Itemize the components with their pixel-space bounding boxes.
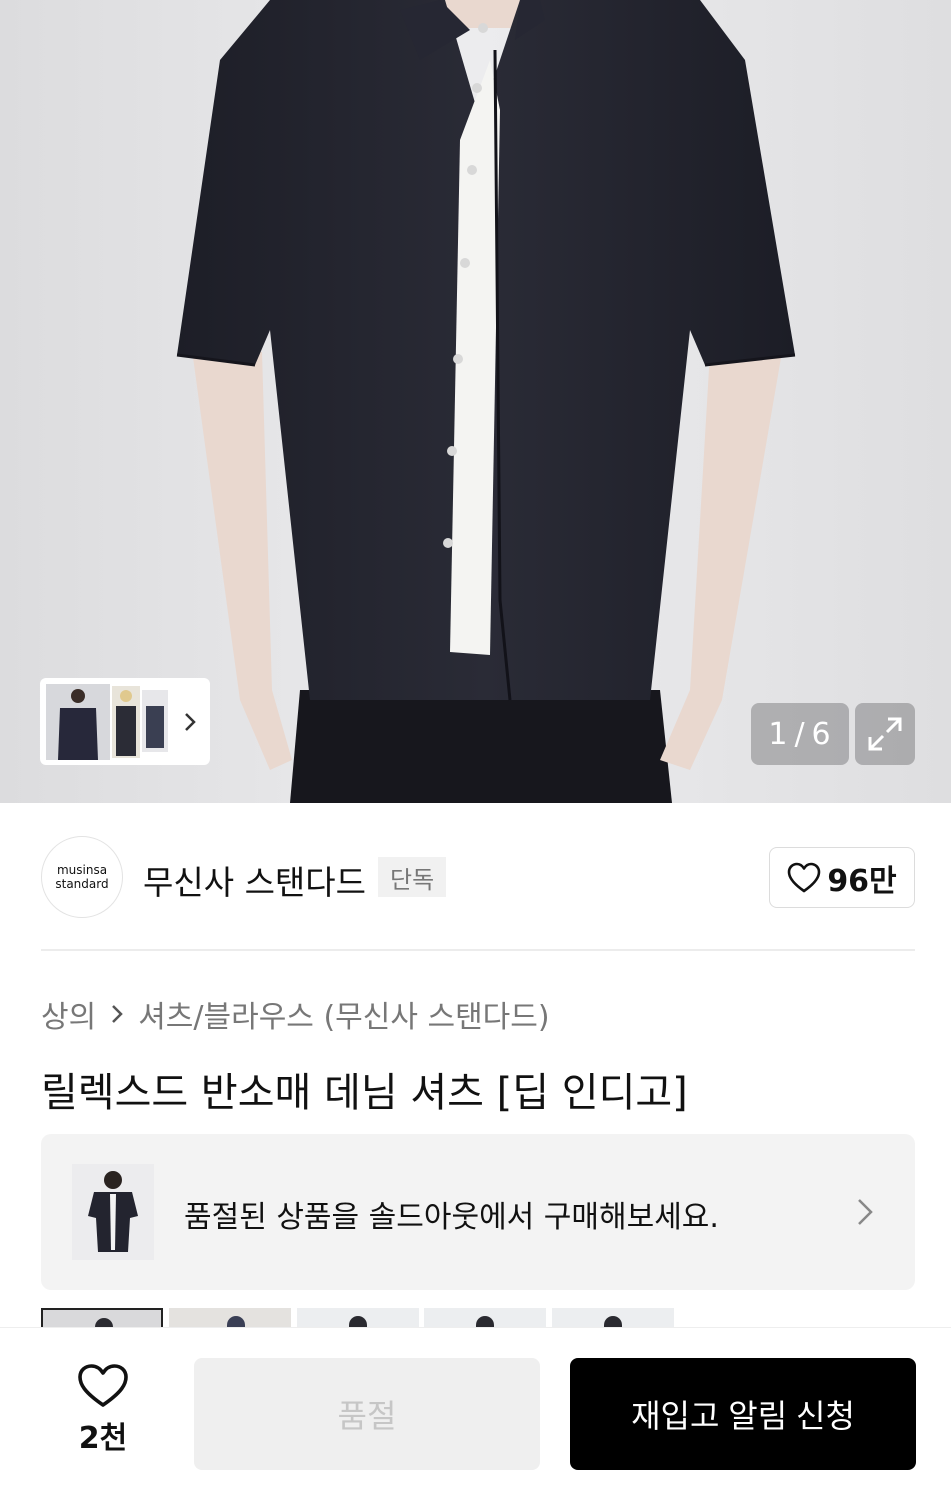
thumbnail-item[interactable] bbox=[41, 1308, 163, 1328]
counter-separator: / bbox=[794, 716, 806, 752]
gallery-thumbnail-strip[interactable] bbox=[40, 678, 210, 765]
chevron-right-icon bbox=[112, 1005, 123, 1023]
heart-icon bbox=[78, 1364, 128, 1407]
chevron-right-icon bbox=[858, 1199, 873, 1225]
breadcrumb-item-top[interactable]: 상의 bbox=[41, 992, 96, 1036]
image-counter: 1 / 6 bbox=[751, 703, 849, 765]
fullscreen-button[interactable] bbox=[855, 703, 915, 765]
breadcrumb: 상의 셔츠/블라우스 (무신사 스탠다드) bbox=[41, 992, 550, 1036]
soldout-marketplace-banner[interactable]: 품절된 상품을 솔드아웃에서 구매해보세요. bbox=[41, 1134, 915, 1290]
thumbnail-item[interactable] bbox=[297, 1308, 419, 1328]
brand-like-count: 96만 bbox=[827, 863, 897, 899]
soldout-button: 품절 bbox=[194, 1358, 540, 1470]
thumbnail-item[interactable] bbox=[424, 1308, 546, 1328]
divider bbox=[41, 949, 915, 951]
product-title: 릴렉스드 반소매 데님 셔츠 [딥 인디고] bbox=[41, 1070, 688, 1116]
brand-like-button[interactable]: 96만 bbox=[769, 847, 915, 908]
expand-icon bbox=[868, 717, 902, 751]
restock-alert-button[interactable]: 재입고 알림 신청 bbox=[570, 1358, 916, 1470]
product-image-gallery[interactable]: 1 / 6 bbox=[0, 0, 951, 803]
color-thumbnail-strip[interactable] bbox=[41, 1308, 921, 1328]
wishlist-button[interactable]: 2천 bbox=[62, 1363, 144, 1457]
brand-logo-line1: musinsa bbox=[56, 863, 108, 877]
banner-product-thumbnail bbox=[72, 1164, 154, 1260]
thumbnail-item[interactable] bbox=[552, 1308, 674, 1328]
wishlist-count: 2천 bbox=[78, 1421, 128, 1456]
bottom-action-bar: 2천 품절 재입고 알림 신청 bbox=[0, 1327, 951, 1500]
exclusive-badge: 단독 bbox=[378, 857, 447, 897]
thumbnail-item[interactable] bbox=[169, 1308, 291, 1328]
banner-text: 품절된 상품을 솔드아웃에서 구매해보세요. bbox=[184, 1200, 719, 1235]
brand-name[interactable]: 무신사 스탠다드 bbox=[143, 856, 366, 904]
brand-logo-line2: standard bbox=[55, 877, 109, 891]
counter-total: 6 bbox=[811, 716, 832, 752]
heart-icon bbox=[788, 862, 821, 892]
counter-current: 1 bbox=[768, 716, 789, 752]
breadcrumb-item-category[interactable]: 셔츠/블라우스 (무신사 스탠다드) bbox=[138, 992, 549, 1036]
brand-logo[interactable]: musinsa standard bbox=[41, 836, 123, 918]
